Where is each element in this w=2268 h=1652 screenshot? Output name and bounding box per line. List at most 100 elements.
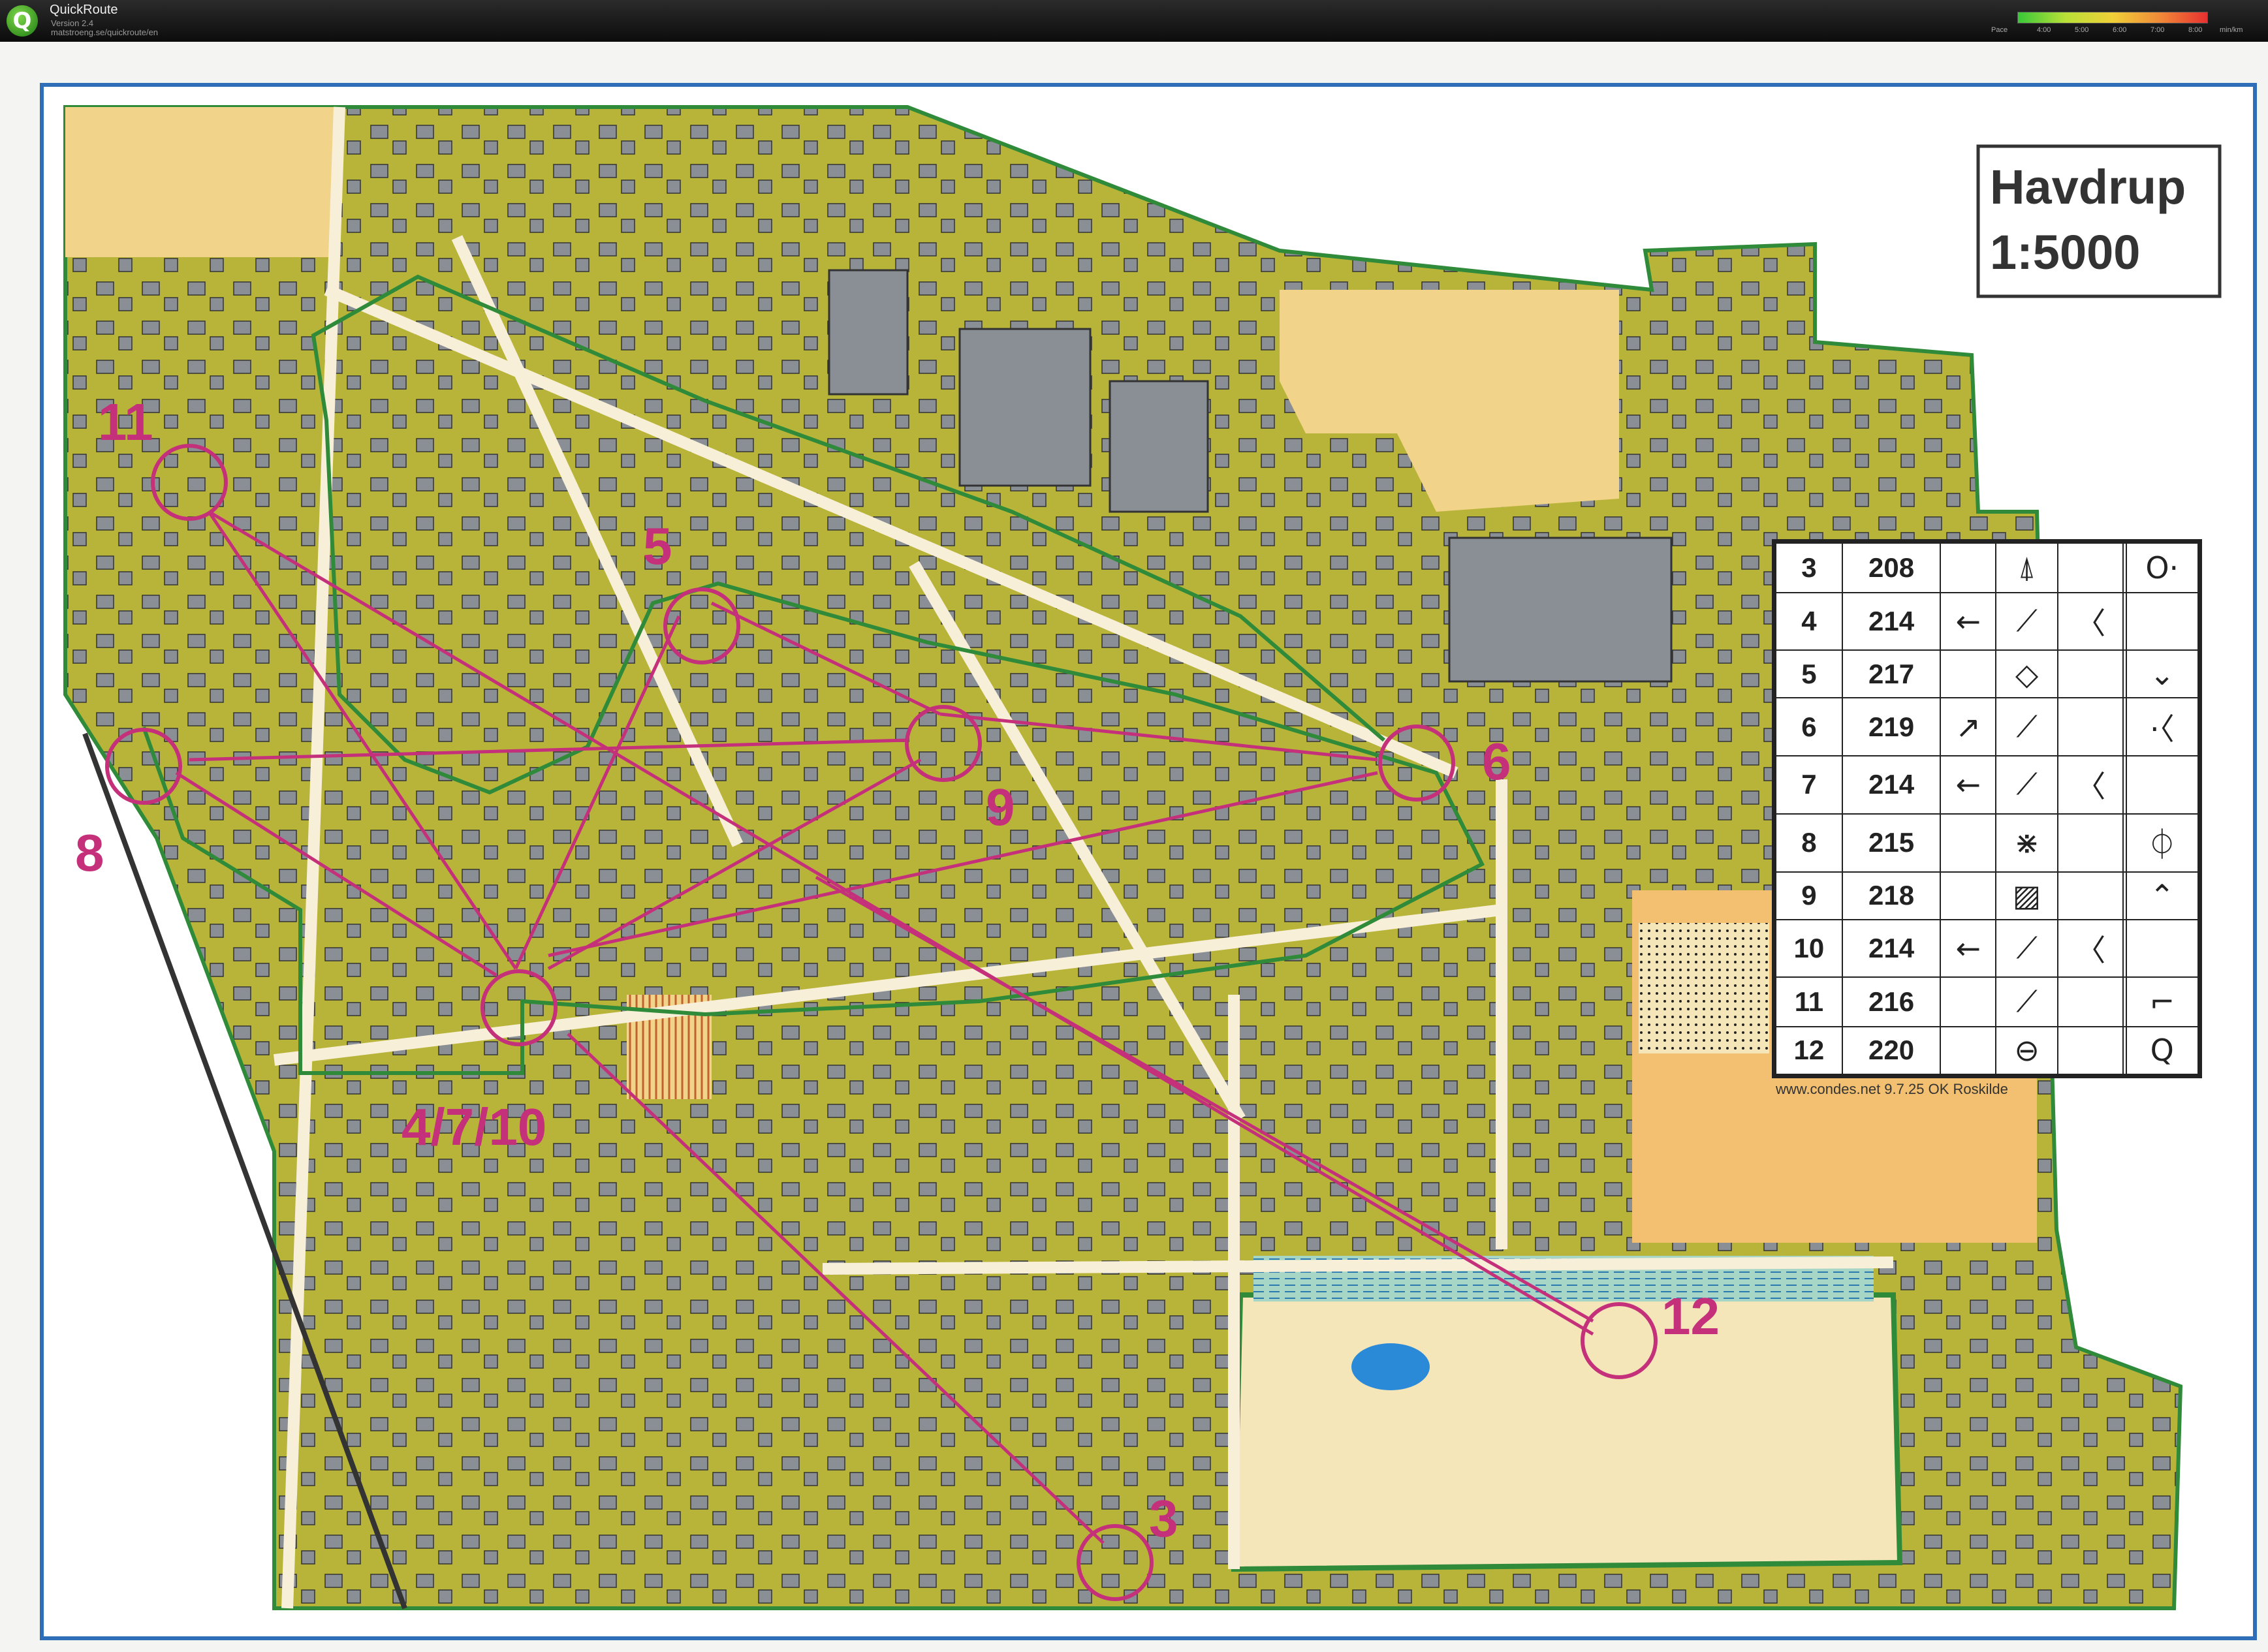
control-number-6: 6 <box>1482 732 1511 790</box>
description-cell-dir <box>1940 976 1997 1027</box>
description-cell-feature: ⍋ <box>1995 542 2059 593</box>
description-cell-position: ⌃ <box>2125 871 2199 920</box>
description-cell-position: ⌐ <box>2125 976 2199 1027</box>
control-number-12: 12 <box>1662 1287 1720 1345</box>
description-cell-col <box>2057 871 2124 920</box>
pace-tick: 5:00 <box>2075 26 2089 34</box>
control-number-5: 5 <box>643 517 672 575</box>
description-cell-code: 220 <box>1841 1025 1942 1076</box>
description-cell-col <box>2057 697 2124 757</box>
description-cell-feature: ⊖ <box>1995 1025 2059 1076</box>
description-cell-code: 215 <box>1841 813 1942 873</box>
description-cell-position: Q <box>2125 1025 2199 1076</box>
description-cell-code: 218 <box>1841 871 1942 920</box>
open-land-nw <box>65 107 339 257</box>
description-cell-col <box>2057 813 2124 873</box>
control-description-table: 3 208 ⍋ O· 4 214 ← ⟋ 〈 5 217 ◇ ⌄ 6 219 ↗ ⟋ ·〈 7 214 ← ⟋ 〈 8 215 ⋇… <box>1775 542 2199 1076</box>
description-cell-code: 214 <box>1841 918 1942 978</box>
description-cell-num: 8 <box>1775 813 1843 873</box>
app-url[interactable]: matstroeng.se/quickroute/en <box>51 27 158 37</box>
control-number-9: 9 <box>986 778 1015 836</box>
description-cell-position: O· <box>2125 542 2199 593</box>
park-area <box>1231 1292 1903 1572</box>
control-number-4-7-10: 4/7/10 <box>402 1098 546 1156</box>
map-title: Havdrup <box>1990 160 2186 214</box>
description-cell-num: 4 <box>1775 591 1843 651</box>
description-cell-position: ⌄ <box>2125 649 2199 699</box>
description-cell-dir: ↗ <box>1940 697 1997 757</box>
description-cell-num: 3 <box>1775 542 1843 593</box>
school-building <box>1448 537 1673 683</box>
quickroute-logo-icon: Q <box>7 5 38 37</box>
description-cell-col: 〈 <box>2057 755 2124 815</box>
description-cell-feature: ⋇ <box>1995 813 2059 873</box>
description-cell-num: 12 <box>1775 1025 1843 1076</box>
description-cell-code: 214 <box>1841 755 1942 815</box>
title-bar: Q QuickRoute Version 2.4 matstroeng.se/q… <box>0 0 2268 42</box>
pace-color-bar <box>2017 12 2208 23</box>
description-row: 3 208 ⍋ O· <box>1775 542 2199 593</box>
description-cell-position <box>2125 918 2199 978</box>
description-cell-col: 〈 <box>2057 918 2124 978</box>
description-row: 6 219 ↗ ⟋ ·〈 <box>1775 697 2199 757</box>
description-cell-dir <box>1940 542 1997 593</box>
description-cell-position: ·〈 <box>2125 697 2199 757</box>
description-cell-num: 7 <box>1775 755 1843 815</box>
description-cell-feature: ⟋ <box>1995 755 2059 815</box>
description-cell-code: 217 <box>1841 649 1942 699</box>
pace-tick: 6:00 <box>2113 26 2127 34</box>
description-cell-code: 216 <box>1841 976 1942 1027</box>
description-cell-feature: ⟋ <box>1995 591 2059 651</box>
description-cell-dir <box>1940 649 1997 699</box>
description-row: 5 217 ◇ ⌄ <box>1775 649 2199 699</box>
pace-tick: 4:00 <box>2037 26 2051 34</box>
description-cell-col <box>2057 542 2124 593</box>
description-cell-num: 6 <box>1775 697 1843 757</box>
pace-legend: Pace 4:00 5:00 6:00 7:00 8:00 min/km <box>1991 9 2243 38</box>
control-number-11: 11 <box>98 393 153 451</box>
pace-tick: 8:00 <box>2188 26 2203 34</box>
control-description-sheet: 3 208 ⍋ O· 4 214 ← ⟋ 〈 5 217 ◇ ⌄ 6 219 ↗ ⟋ ·〈 7 214 ← ⟋ 〈 8 215 ⋇… <box>1772 539 2202 1078</box>
description-cell-dir <box>1940 871 1997 920</box>
description-row: 9 218 ▨ ⌃ <box>1775 871 2199 920</box>
description-cell-code: 219 <box>1841 697 1942 757</box>
description-cell-code: 208 <box>1841 542 1942 593</box>
pace-tick: 7:00 <box>2150 26 2165 34</box>
lake <box>1351 1343 1430 1390</box>
description-cell-num: 11 <box>1775 976 1843 1027</box>
control-number-3: 3 <box>1149 1489 1178 1548</box>
description-cell-position: ⏀ <box>2125 813 2199 873</box>
large-building <box>1109 380 1209 513</box>
control-number-8: 8 <box>75 824 104 882</box>
description-row: 12 220 ⊖ Q <box>1775 1025 2199 1076</box>
description-row: 8 215 ⋇ ⏀ <box>1775 813 2199 873</box>
app-version: Version 2.4 <box>51 18 94 28</box>
dotted-area <box>1639 923 1769 1053</box>
description-row: 4 214 ← ⟋ 〈 <box>1775 591 2199 651</box>
description-cell-num: 9 <box>1775 871 1843 920</box>
description-cell-col: 〈 <box>2057 591 2124 651</box>
description-cell-feature: ⟋ <box>1995 918 2059 978</box>
description-cell-col <box>2057 649 2124 699</box>
description-cell-feature: ◇ <box>1995 649 2059 699</box>
app-name: QuickRoute <box>50 3 118 17</box>
description-cell-code: 214 <box>1841 591 1942 651</box>
description-row: 11 216 ⟋ ⌐ <box>1775 976 2199 1027</box>
map-credit: www.condes.net 9.7.25 OK Roskilde <box>1776 1081 2008 1097</box>
description-cell-position <box>2125 591 2199 651</box>
map-scale: 1:5000 <box>1990 225 2140 279</box>
description-cell-feature: ⟋ <box>1995 976 2059 1027</box>
description-row: 7 214 ← ⟋ 〈 <box>1775 755 2199 815</box>
description-cell-col <box>2057 1025 2124 1076</box>
large-building <box>958 328 1092 487</box>
description-cell-feature: ⟋ <box>1995 697 2059 757</box>
pace-unit: min/km <box>2220 26 2243 34</box>
description-cell-position <box>2125 755 2199 815</box>
description-cell-dir <box>1940 813 1997 873</box>
description-cell-col <box>2057 976 2124 1027</box>
map-canvas[interactable]: 11 5 8 9 6 4/7/10 12 3 Havdrup 1:5000 32… <box>0 42 2268 1652</box>
large-building <box>828 269 909 396</box>
description-cell-dir: ← <box>1940 591 1997 651</box>
description-cell-num: 5 <box>1775 649 1843 699</box>
description-cell-dir <box>1940 1025 1997 1076</box>
